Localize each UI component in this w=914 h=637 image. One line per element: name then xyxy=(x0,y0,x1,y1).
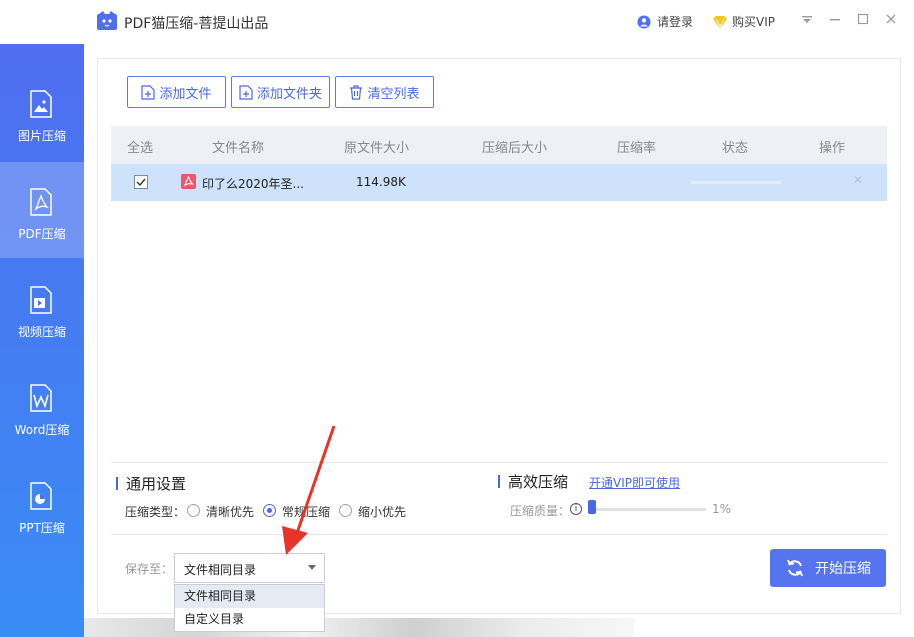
start-compress-button[interactable]: 开始压缩 xyxy=(770,549,886,587)
status-progress-bar xyxy=(691,181,781,184)
quality-slider-track[interactable] xyxy=(590,508,706,511)
add-file-icon xyxy=(141,84,156,100)
add-file-label: 添加文件 xyxy=(159,86,212,102)
save-location-dropdown: 文件相同目录 自定义目录 xyxy=(174,584,325,632)
sidebar-item-image[interactable]: 图片压缩 xyxy=(0,64,84,160)
sidebar-item-label: 视频压缩 xyxy=(17,325,66,339)
quality-slider-handle[interactable] xyxy=(588,500,596,514)
sidebar-item-label: Word压缩 xyxy=(14,423,70,437)
radio-label-size-first[interactable]: 缩小优先 xyxy=(358,503,406,520)
dropdown-menu-icon[interactable] xyxy=(797,12,817,32)
clear-list-label: 清空列表 xyxy=(367,86,420,102)
sidebar-item-label: 图片压缩 xyxy=(17,129,66,143)
trash-icon xyxy=(350,84,363,100)
ppt-file-icon xyxy=(30,482,52,510)
radio-label-clarity-first[interactable]: 清晰优先 xyxy=(206,503,254,520)
column-header-compressed-size: 压缩后大小 xyxy=(482,141,548,156)
compress-type-label: 压缩类型： xyxy=(125,505,186,519)
save-to-label: 保存至： xyxy=(125,562,174,576)
title-bar: PDF猫压缩-菩提山出品 请登录 购买VIP xyxy=(0,0,914,44)
sidebar-item-pdf[interactable]: PDF压缩 xyxy=(0,162,84,258)
column-header-name: 文件名称 xyxy=(212,141,265,156)
minimize-icon[interactable] xyxy=(825,12,845,32)
remove-row-icon[interactable]: ✕ xyxy=(853,173,863,187)
sidebar-item-label: PDF压缩 xyxy=(18,227,66,241)
app-logo-icon xyxy=(97,11,117,30)
efficient-compress-title: 高效压缩 xyxy=(498,471,568,492)
dropdown-option-custom-dir[interactable]: 自定义目录 xyxy=(175,608,324,631)
buy-vip-link[interactable]: 购买VIP xyxy=(712,13,775,30)
dropdown-option-same-dir[interactable]: 文件相同目录 xyxy=(175,585,324,608)
vip-diamond-icon xyxy=(713,15,727,28)
close-icon[interactable] xyxy=(881,12,901,32)
table-row[interactable]: 印了么2020年圣... 114.98K ✕ xyxy=(111,164,887,201)
info-icon: i xyxy=(570,503,582,515)
video-file-icon xyxy=(30,286,52,314)
start-compress-label: 开始压缩 xyxy=(815,561,871,577)
image-file-icon xyxy=(30,90,52,118)
sidebar-item-label: PPT压缩 xyxy=(19,521,65,535)
pdf-file-icon xyxy=(30,188,52,216)
divider xyxy=(111,462,887,463)
chevron-down-icon xyxy=(308,565,316,570)
add-folder-button[interactable]: 添加文件夹 xyxy=(231,76,330,108)
original-size: 114.98K xyxy=(356,175,406,189)
general-settings-title: 通用设置 xyxy=(116,473,186,494)
buy-vip-label: 购买VIP xyxy=(732,15,775,29)
sidebar-item-ppt[interactable]: PPT压缩 xyxy=(0,456,84,552)
main-panel: 添加文件 添加文件夹 清空列表 全选 文件名称 原文件大小 压缩后大小 压缩率 … xyxy=(97,58,901,632)
file-name: 印了么2020年圣... xyxy=(202,177,304,191)
column-header-original-size: 原文件大小 xyxy=(344,141,410,156)
maximize-icon[interactable] xyxy=(853,12,873,32)
sidebar-item-video[interactable]: 视频压缩 xyxy=(0,260,84,356)
add-folder-icon xyxy=(239,84,253,100)
radio-label-normal[interactable]: 常规压缩 xyxy=(282,503,330,520)
pdf-icon xyxy=(181,174,196,189)
column-header-action: 操作 xyxy=(819,141,846,156)
save-location-select[interactable]: 文件相同目录 xyxy=(174,553,325,583)
sidebar-item-word[interactable]: Word压缩 xyxy=(0,358,84,454)
quality-value: 1% xyxy=(712,502,732,516)
login-link[interactable]: 请登录 xyxy=(637,13,693,30)
table-header: 全选 文件名称 原文件大小 压缩后大小 压缩率 状态 操作 xyxy=(111,126,887,164)
refresh-icon xyxy=(787,559,803,577)
divider xyxy=(111,534,887,535)
open-vip-link[interactable]: 开通VIP即可使用 xyxy=(589,474,680,491)
radio-normal[interactable] xyxy=(263,504,276,517)
app-title: PDF猫压缩-菩提山出品 xyxy=(124,16,269,32)
background-window-strip xyxy=(84,618,634,637)
checkmark-icon xyxy=(136,178,146,187)
column-header-ratio: 压缩率 xyxy=(617,141,657,156)
row-checkbox[interactable] xyxy=(134,175,148,189)
add-file-button[interactable]: 添加文件 xyxy=(127,76,226,108)
radio-clarity-first[interactable] xyxy=(187,504,200,517)
user-icon xyxy=(637,15,651,28)
quality-label: 压缩质量： xyxy=(510,504,571,518)
app-window: PDF猫压缩-菩提山出品 请登录 购买VIP 图片压缩 PDF压缩 视频压缩 W… xyxy=(0,0,914,637)
login-label: 请登录 xyxy=(657,15,694,29)
add-folder-label: 添加文件夹 xyxy=(256,86,322,102)
radio-size-first[interactable] xyxy=(339,504,352,517)
save-location-value: 文件相同目录 xyxy=(184,563,257,577)
sidebar: 图片压缩 PDF压缩 视频压缩 Word压缩 PPT压缩 xyxy=(0,44,84,637)
select-all-header[interactable]: 全选 xyxy=(127,137,153,156)
clear-list-button[interactable]: 清空列表 xyxy=(335,76,434,108)
column-header-status: 状态 xyxy=(722,141,749,156)
word-file-icon xyxy=(30,384,52,412)
